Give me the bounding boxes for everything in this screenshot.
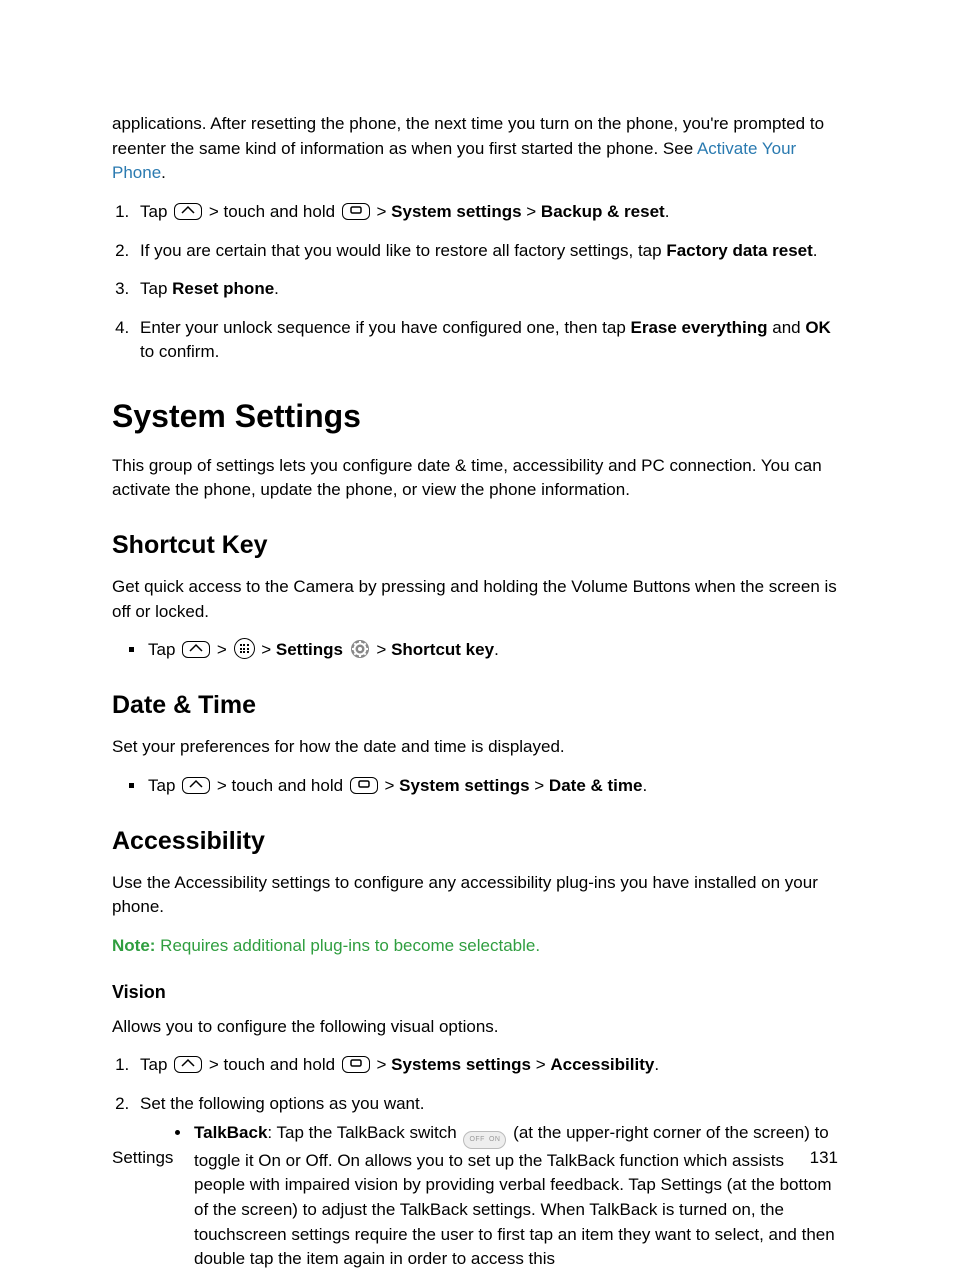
para-shortcut: Get quick access to the Camera by pressi… bbox=[112, 575, 838, 624]
label-date-time: Date & time bbox=[549, 776, 643, 795]
label-erase-everything: Erase everything bbox=[631, 318, 768, 337]
para-accessibility: Use the Accessibility settings to config… bbox=[112, 871, 838, 920]
switch-off-label: OFF bbox=[467, 1136, 487, 1143]
heading-accessibility: Accessibility bbox=[112, 823, 838, 859]
note-text: Requires additional plug-ins to become s… bbox=[155, 936, 540, 955]
text: (at the upper-right corner of the screen… bbox=[194, 1123, 835, 1269]
reset-steps-list: Tap > touch and hold > System settings >… bbox=[112, 200, 838, 365]
label-ok: OK bbox=[805, 318, 831, 337]
footer-section: Settings bbox=[112, 1146, 173, 1171]
label-backup-reset: Backup & reset bbox=[541, 202, 665, 221]
text: . bbox=[813, 241, 818, 260]
switch-on-label: ON bbox=[487, 1136, 503, 1143]
text: . bbox=[274, 279, 279, 298]
text: Tap bbox=[140, 279, 172, 298]
intro-paragraph: applications. After resetting the phone,… bbox=[112, 112, 838, 186]
footer-page-number: 131 bbox=[810, 1146, 838, 1171]
document-page: applications. After resetting the phone,… bbox=[0, 0, 954, 1235]
text: > touch and hold bbox=[204, 202, 340, 221]
heading-shortcut-key: Shortcut Key bbox=[112, 527, 838, 563]
vision-step-1: Tap > touch and hold > Systems settings … bbox=[134, 1053, 838, 1078]
talkback-item: TalkBack: Tap the TalkBack switch OFFON … bbox=[192, 1121, 838, 1272]
text: Tap bbox=[148, 640, 180, 659]
label-settings: Settings bbox=[276, 640, 343, 659]
heading-system-settings: System Settings bbox=[112, 393, 838, 439]
text: Enter your unlock sequence if you have c… bbox=[140, 318, 631, 337]
text: > touch and hold bbox=[204, 1055, 340, 1074]
text: > bbox=[212, 640, 231, 659]
text: to confirm. bbox=[140, 342, 219, 361]
text: > bbox=[530, 776, 549, 795]
recent-apps-icon bbox=[342, 203, 370, 220]
text: Tap bbox=[140, 1055, 172, 1074]
text: > bbox=[376, 640, 391, 659]
text: > bbox=[257, 640, 276, 659]
text: . bbox=[665, 202, 670, 221]
para-system: This group of settings lets you configur… bbox=[112, 454, 838, 503]
intro-tail: . bbox=[161, 163, 166, 182]
label-system-settings: System settings bbox=[399, 776, 529, 795]
date-bullet-list: Tap > touch and hold > System settings >… bbox=[112, 774, 838, 799]
text: . bbox=[654, 1055, 659, 1074]
vision-options: TalkBack: Tap the TalkBack switch OFFON … bbox=[140, 1121, 838, 1272]
text: > bbox=[372, 202, 391, 221]
text: Tap bbox=[140, 202, 172, 221]
para-vision: Allows you to configure the following vi… bbox=[112, 1015, 838, 1040]
text: If you are certain that you would like t… bbox=[140, 241, 666, 260]
shortcut-bullet-list: Tap > > Settings > Shortcut key. bbox=[112, 638, 838, 663]
text: . bbox=[642, 776, 647, 795]
text: > bbox=[522, 202, 541, 221]
note-line: Note: Requires additional plug-ins to be… bbox=[112, 934, 838, 959]
page-footer: Settings 131 bbox=[112, 1146, 838, 1171]
vision-step-2: Set the following options as you want. T… bbox=[134, 1092, 838, 1272]
label-shortcut-key: Shortcut key bbox=[391, 640, 494, 659]
heading-vision: Vision bbox=[112, 979, 838, 1005]
text: : Tap the TalkBack switch bbox=[267, 1123, 461, 1142]
text: and bbox=[768, 318, 806, 337]
text: Tap bbox=[148, 776, 180, 795]
reset-step-3: Tap Reset phone. bbox=[134, 277, 838, 302]
note-label: Note: bbox=[112, 936, 155, 955]
label-talkback: TalkBack bbox=[194, 1123, 267, 1142]
text: Set the following options as you want. bbox=[140, 1094, 424, 1113]
heading-date-time: Date & Time bbox=[112, 687, 838, 723]
label-accessibility: Accessibility bbox=[550, 1055, 654, 1074]
label-systems-settings: Systems settings bbox=[391, 1055, 531, 1074]
label-reset-phone: Reset phone bbox=[172, 279, 274, 298]
home-icon bbox=[182, 641, 210, 658]
apps-icon bbox=[234, 638, 255, 659]
text: > touch and hold bbox=[212, 776, 348, 795]
recent-apps-icon bbox=[342, 1056, 370, 1073]
home-icon bbox=[174, 203, 202, 220]
recent-apps-icon bbox=[350, 777, 378, 794]
gear-icon bbox=[350, 639, 370, 659]
label-factory-reset: Factory data reset bbox=[666, 241, 812, 260]
reset-step-4: Enter your unlock sequence if you have c… bbox=[134, 316, 838, 365]
home-icon bbox=[182, 777, 210, 794]
para-date: Set your preferences for how the date an… bbox=[112, 735, 838, 760]
text: > bbox=[531, 1055, 550, 1074]
text: > bbox=[372, 1055, 391, 1074]
text: > bbox=[380, 776, 399, 795]
reset-step-1: Tap > touch and hold > System settings >… bbox=[134, 200, 838, 225]
reset-step-2: If you are certain that you would like t… bbox=[134, 239, 838, 264]
date-bullet: Tap > touch and hold > System settings >… bbox=[146, 774, 838, 799]
shortcut-bullet: Tap > > Settings > Shortcut key. bbox=[146, 638, 838, 663]
text: . bbox=[494, 640, 499, 659]
home-icon bbox=[174, 1056, 202, 1073]
label-system-settings: System settings bbox=[391, 202, 521, 221]
